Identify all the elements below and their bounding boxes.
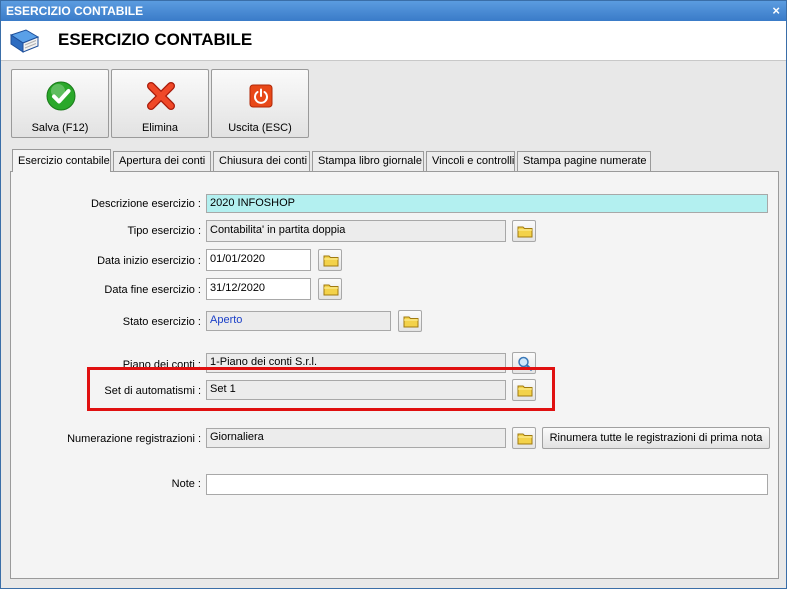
numerazione-field: Giornaliera [206, 428, 506, 448]
title-bar: ESERCIZIO CONTABILE × [1, 1, 786, 21]
tab-stampa-libro-giornale[interactable]: Stampa libro giornale [312, 151, 424, 171]
data-fine-input[interactable]: 31/12/2020 [206, 278, 311, 300]
tipo-label: Tipo esercizio : [127, 225, 201, 237]
stato-field: Aperto [206, 311, 391, 331]
tab-esercizio-contabile[interactable]: Esercizio contabile [12, 149, 111, 172]
note-label: Note : [171, 478, 201, 490]
tab-vincoli-controlli[interactable]: Vincoli e controlli [426, 151, 515, 171]
rinumera-button[interactable]: Rinumera tutte le registrazioni di prima… [542, 427, 770, 449]
piano-field: 1-Piano dei conti S.r.l. [206, 353, 506, 373]
save-button[interactable]: Salva (F12) [11, 69, 109, 138]
folder-icon [517, 433, 533, 445]
numerazione-picker-button[interactable] [512, 427, 536, 449]
data-inizio-input[interactable]: 01/01/2020 [206, 249, 311, 271]
tab-stampa-pagine-numerate[interactable]: Stampa pagine numerate [517, 151, 651, 171]
data-inizio-label: Data inizio esercizio : [97, 255, 201, 267]
exit-button[interactable]: Uscita (ESC) [211, 69, 309, 138]
tipo-field: Contabilita' in partita doppia [206, 220, 506, 242]
descrizione-label: Descrizione esercizio : [90, 198, 201, 210]
folder-icon [323, 284, 339, 296]
piano-label: Piano dei conti : [122, 359, 201, 371]
set-automatismi-picker-button[interactable] [512, 379, 536, 401]
piano-search-button[interactable] [512, 352, 536, 374]
delete-button[interactable]: Elimina [111, 69, 209, 138]
stato-label: Stato esercizio : [122, 316, 201, 328]
x-delete-icon [147, 82, 175, 110]
data-fine-label: Data fine esercizio : [104, 284, 201, 296]
page-title: ESERCIZIO CONTABILE [58, 30, 253, 49]
folder-icon [323, 255, 339, 267]
set-automatismi-field: Set 1 [206, 380, 506, 400]
exit-button-label: Uscita (ESC) [228, 122, 292, 134]
magnifier-icon [518, 356, 533, 371]
tipo-picker-button[interactable] [512, 220, 536, 242]
folder-icon [403, 316, 419, 328]
stato-picker-button[interactable] [398, 310, 422, 332]
header: ESERCIZIO CONTABILE [1, 21, 786, 61]
book-icon [9, 29, 40, 53]
tab-apertura-conti[interactable]: Apertura dei conti [113, 151, 211, 171]
descrizione-input[interactable]: 2020 INFOSHOP [206, 194, 768, 213]
save-button-label: Salva (F12) [31, 122, 89, 134]
window-title: ESERCIZIO CONTABILE [6, 4, 144, 18]
power-icon [249, 84, 273, 108]
check-icon [46, 81, 76, 111]
main-window: ESERCIZIO CONTABILE × ESERCIZIO CONTABIL… [0, 0, 787, 589]
data-fine-picker-button[interactable] [318, 278, 342, 300]
delete-button-label: Elimina [141, 122, 179, 134]
close-icon[interactable]: × [772, 1, 780, 21]
folder-icon [517, 385, 533, 397]
set-automatismi-label: Set di automatismi : [104, 385, 201, 397]
note-input[interactable] [206, 474, 768, 495]
tab-chiusura-conti[interactable]: Chiusura dei conti [213, 151, 310, 171]
data-inizio-picker-button[interactable] [318, 249, 342, 271]
numerazione-label: Numerazione registrazioni : [67, 433, 201, 445]
folder-icon [517, 226, 533, 238]
